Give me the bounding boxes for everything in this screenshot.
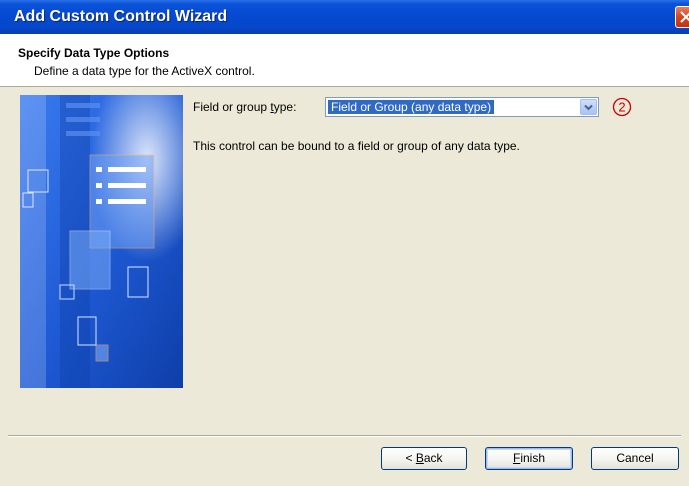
chevron-down-icon xyxy=(584,104,593,111)
dropdown-arrow-button[interactable] xyxy=(580,99,597,115)
callout-number-badge: 2 xyxy=(612,97,632,117)
wizard-dialog: Add Custom Control Wizard Specify Data T… xyxy=(0,0,689,486)
back-button[interactable]: < Back xyxy=(381,447,467,470)
wizard-header: Specify Data Type Options Define a data … xyxy=(0,34,689,87)
field-or-group-type-label: Field or group type: xyxy=(193,100,297,114)
step-subtitle: Define a data type for the ActiveX contr… xyxy=(34,64,255,78)
close-icon xyxy=(680,11,689,23)
description-text: This control can be bound to a field or … xyxy=(193,139,520,153)
finish-button[interactable]: Finish xyxy=(485,447,573,470)
step-title: Specify Data Type Options xyxy=(18,46,170,60)
footer-separator xyxy=(8,435,681,437)
close-button[interactable] xyxy=(675,6,689,28)
svg-text:2: 2 xyxy=(618,100,625,115)
cancel-button[interactable]: Cancel xyxy=(591,447,679,470)
field-or-group-type-dropdown[interactable]: Field or Group (any data type) xyxy=(325,97,599,117)
dropdown-selected-value: Field or Group (any data type) xyxy=(328,100,495,114)
title-bar[interactable]: Add Custom Control Wizard xyxy=(0,0,689,34)
window-title: Add Custom Control Wizard xyxy=(14,8,228,25)
wizard-side-image xyxy=(20,95,183,388)
